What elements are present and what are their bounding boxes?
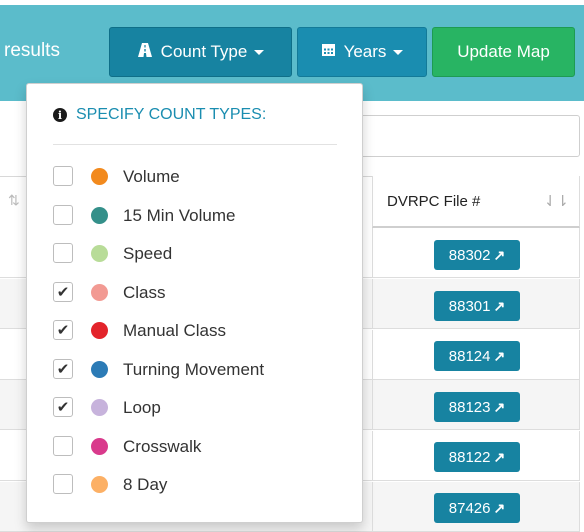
cell-divider: [579, 380, 580, 429]
checkmark-icon: ✔: [56, 322, 70, 339]
checkmark-icon: ✔: [56, 399, 70, 416]
file-number: 88301: [448, 297, 491, 315]
caret-down-icon: [393, 49, 404, 55]
checkbox[interactable]: [53, 474, 73, 494]
sort-icon[interactable]: ⇅: [8, 192, 20, 209]
checkbox[interactable]: ✔: [53, 397, 73, 417]
color-dot-icon: [91, 360, 108, 378]
divider: [53, 144, 337, 145]
external-link-icon: ↗: [493, 398, 506, 415]
count-type-option[interactable]: Speed: [53, 240, 343, 270]
caret-down-icon: [254, 49, 265, 55]
option-label: Turning Movement: [123, 359, 265, 379]
count-type-option[interactable]: ✔ Class: [53, 279, 343, 309]
option-label: Manual Class: [123, 321, 226, 340]
file-link-button[interactable]: 88123 ↗: [434, 392, 520, 422]
file-number: 88123: [448, 398, 491, 416]
option-label: Speed: [123, 244, 173, 263]
color-dot-icon: [91, 322, 108, 339]
cell-divider: [372, 482, 373, 531]
color-dot-icon: [91, 437, 108, 455]
option-label: Crosswalk: [123, 436, 202, 456]
checkbox[interactable]: [53, 243, 73, 263]
file-link-button[interactable]: 88301 ↗: [434, 291, 520, 321]
count-type-option[interactable]: ✔ Loop: [53, 394, 343, 424]
count-type-label: Count Type: [160, 42, 248, 61]
file-number: 88302: [448, 246, 491, 264]
years-button[interactable]: Years: [297, 27, 427, 77]
checkbox[interactable]: ✔: [53, 281, 73, 302]
toolbar-top-strip: [0, 0, 584, 5]
cell-divider: [579, 279, 580, 328]
road-icon: [137, 42, 153, 63]
external-link-icon: ↗: [493, 448, 506, 465]
option-label: Volume: [123, 167, 180, 186]
column-header-dvrpc-file[interactable]: DVRPC File # ⇃⇂: [372, 176, 580, 228]
count-type-option[interactable]: ✔ Manual Class: [53, 317, 343, 347]
dropdown-header-label: SPECIFY COUNT TYPES:: [76, 106, 267, 123]
cell-divider: [372, 431, 373, 480]
count-type-option[interactable]: Crosswalk: [53, 433, 343, 463]
file-link-button[interactable]: 88124 ↗: [434, 341, 520, 371]
count-type-button[interactable]: Count Type: [109, 27, 292, 77]
file-link-button[interactable]: 88122 ↗: [434, 442, 520, 472]
cell-divider: [579, 431, 580, 480]
checkbox[interactable]: ✔: [53, 320, 73, 340]
count-type-option[interactable]: Volume: [53, 163, 343, 193]
years-label: Years: [343, 42, 387, 61]
checkbox[interactable]: ✔: [53, 358, 73, 379]
checkbox[interactable]: [53, 166, 73, 186]
checkbox[interactable]: [53, 204, 73, 225]
cell-divider: [579, 482, 580, 531]
count-type-option[interactable]: 8 Day: [53, 471, 343, 501]
info-icon: i: [53, 108, 67, 122]
external-link-icon: ↗: [493, 297, 506, 314]
calendar-icon: [321, 42, 336, 62]
cell-divider: [372, 380, 373, 429]
file-number: 88122: [448, 448, 491, 466]
cell-divider: [372, 228, 373, 277]
update-map-button[interactable]: Update Map: [432, 27, 575, 77]
color-dot-icon: [91, 283, 108, 301]
option-label: Class: [123, 282, 166, 302]
checkmark-icon: ✔: [56, 283, 70, 301]
file-link-button[interactable]: 88302 ↗: [434, 240, 520, 270]
sort-icon[interactable]: ⇃⇂: [544, 192, 569, 210]
results-label: results: [4, 40, 60, 61]
color-dot-icon: [91, 476, 108, 493]
checkmark-icon: ✔: [56, 360, 70, 378]
count-type-dropdown: i SPECIFY COUNT TYPES: Volume 15 Min Volu…: [26, 83, 363, 523]
external-link-icon: ↗: [493, 499, 506, 516]
cell-divider: [372, 279, 373, 328]
checkbox[interactable]: [53, 435, 73, 456]
cell-divider: [579, 330, 580, 379]
dropdown-header: i SPECIFY COUNT TYPES:: [53, 106, 266, 124]
color-dot-icon: [91, 168, 108, 185]
color-dot-icon: [91, 399, 108, 416]
count-type-option[interactable]: 15 Min Volume: [53, 202, 343, 232]
color-dot-icon: [91, 245, 108, 262]
option-label: 8 Day: [123, 475, 168, 494]
color-dot-icon: [91, 206, 108, 224]
file-number: 88124: [448, 347, 491, 365]
count-type-option[interactable]: ✔ Turning Movement: [53, 356, 343, 386]
option-label: Loop: [123, 398, 161, 417]
external-link-icon: ↗: [493, 246, 506, 263]
external-link-icon: ↗: [493, 347, 506, 364]
file-number: 87426: [448, 499, 491, 517]
option-label: 15 Min Volume: [123, 205, 236, 225]
column-header-label: DVRPC File #: [387, 193, 481, 210]
cell-divider: [372, 330, 373, 379]
search-input[interactable]: [355, 115, 580, 157]
cell-divider: [579, 228, 580, 277]
